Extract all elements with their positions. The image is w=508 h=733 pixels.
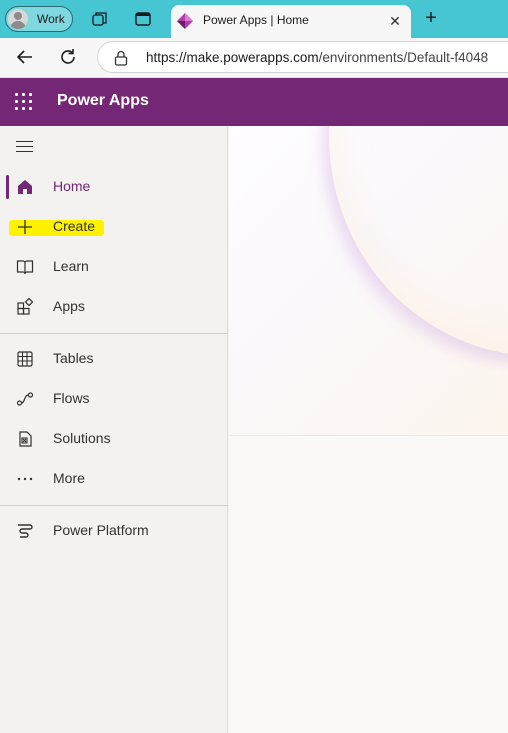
nav-label-solutions: Solutions <box>53 430 111 446</box>
nav-label-apps: Apps <box>53 298 85 314</box>
home-icon <box>18 180 32 194</box>
nav-label-create: Create <box>53 218 96 234</box>
nav-item-solutions[interactable]: Solutions <box>0 419 228 459</box>
browser-tab-strip: Work Power Apps | Home ✕ + <box>0 0 508 38</box>
solutions-icon <box>19 431 32 447</box>
flow-icon <box>16 392 34 406</box>
app-launcher-icon[interactable] <box>15 93 33 111</box>
nav-label-learn: Learn <box>53 258 89 274</box>
tab-title: Power Apps | Home <box>203 13 309 27</box>
power-platform-icon <box>18 524 33 538</box>
profile-label: Work <box>37 12 65 26</box>
refresh-icon[interactable] <box>57 46 79 68</box>
nav-item-flows[interactable]: Flows <box>0 379 228 419</box>
nav-label-power-platform: Power Platform <box>53 522 149 538</box>
profile-button[interactable]: Work <box>5 6 73 32</box>
power-apps-logo-icon <box>177 13 193 29</box>
nav-item-power-platform[interactable]: Power Platform <box>0 511 228 551</box>
lock-icon[interactable] <box>114 50 128 66</box>
plus-icon <box>18 220 32 234</box>
address-bar-row: https://make.powerapps.com/environments/… <box>0 38 508 78</box>
hero-decoration <box>329 126 508 356</box>
tab-actions-icon[interactable] <box>134 10 152 28</box>
nav-label-flows: Flows <box>53 390 90 406</box>
tab-power-apps-home[interactable]: Power Apps | Home ✕ <box>171 5 411 38</box>
main-content <box>229 126 508 733</box>
nav-item-create[interactable]: Create <box>0 207 228 247</box>
workspaces-icon[interactable] <box>91 10 109 28</box>
back-arrow-icon[interactable] <box>14 46 36 68</box>
nav-label-tables: Tables <box>53 350 94 366</box>
nav-divider <box>0 333 228 334</box>
nav-item-apps[interactable]: Apps <box>0 287 228 327</box>
apps-icon <box>17 298 34 315</box>
more-icon <box>17 477 33 481</box>
book-icon <box>16 260 34 275</box>
collapse-nav-icon[interactable] <box>16 140 34 154</box>
url-path: /environments/Default-f4048 <box>318 50 489 65</box>
left-navigation: Home Create Learn Apps Tables Flows Solu… <box>0 126 228 733</box>
url-field[interactable]: https://make.powerapps.com/environments/… <box>97 41 508 73</box>
app-header: Power Apps <box>0 78 508 126</box>
nav-item-tables[interactable]: Tables <box>0 339 228 379</box>
nav-item-home[interactable]: Home <box>0 167 228 207</box>
nav-divider <box>0 505 228 506</box>
nav-item-more[interactable]: More <box>0 459 228 499</box>
app-name[interactable]: Power Apps <box>57 92 149 110</box>
url-text: https://make.powerapps.com/environments/… <box>146 50 488 65</box>
close-tab-icon[interactable]: ✕ <box>385 11 405 31</box>
hero-banner <box>229 126 508 436</box>
table-icon <box>17 351 33 367</box>
nav-label-more: More <box>53 470 85 486</box>
url-host: https://make.powerapps.com <box>146 50 319 65</box>
profile-avatar-icon <box>8 9 28 29</box>
nav-item-learn[interactable]: Learn <box>0 247 228 287</box>
new-tab-icon[interactable]: + <box>421 8 441 28</box>
nav-label-home: Home <box>53 178 91 194</box>
